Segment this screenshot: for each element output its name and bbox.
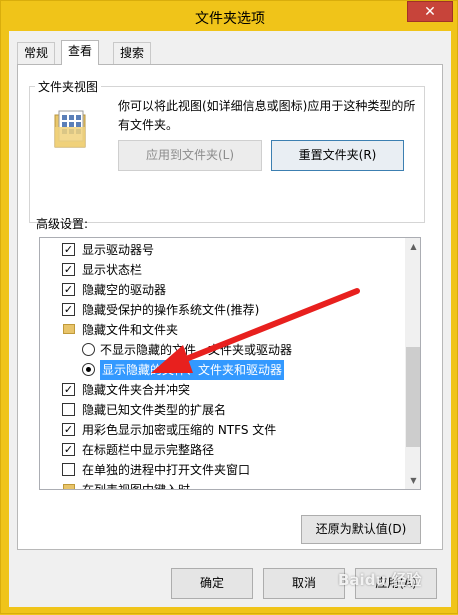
- dialog-client: 常规 查看 搜索 文件夹视图 你可以将此视图(如详细信息或图标)应用于这种类型的…: [9, 31, 451, 607]
- checkbox-checked-icon[interactable]: ✓: [62, 443, 75, 456]
- scroll-up-icon[interactable]: ▲: [405, 238, 420, 255]
- checkbox-checked-icon[interactable]: ✓: [62, 383, 75, 396]
- list-item-label: 隐藏受保护的操作系统文件(推荐): [82, 303, 260, 317]
- title-bar[interactable]: 文件夹选项 ✕: [1, 1, 458, 31]
- list-item-label: 隐藏文件和文件夹: [82, 323, 179, 337]
- list-item-label: 隐藏空的驱动器: [82, 283, 167, 297]
- radio-selected-icon[interactable]: [82, 363, 95, 376]
- folder-options-window: 文件夹选项 ✕ 常规 查看 搜索 文件夹视图 你可以将此视图(如详细信息或图标)…: [0, 0, 458, 614]
- checkbox-checked-icon[interactable]: ✓: [62, 263, 75, 276]
- list-item-label: 不显示隐藏的文件、文件夹或驱动器: [100, 343, 293, 357]
- checkbox-checked-icon[interactable]: ✓: [62, 303, 75, 316]
- vertical-scrollbar[interactable]: ▲ ▼: [405, 238, 420, 489]
- checkbox-checked-icon[interactable]: ✓: [62, 283, 75, 296]
- list-item-label: 在标题栏中显示完整路径: [82, 443, 215, 457]
- tab-general[interactable]: 常规: [17, 42, 56, 64]
- window-title: 文件夹选项: [195, 11, 265, 27]
- tab-search[interactable]: 搜索: [113, 42, 152, 64]
- list-item-label: 显示驱动器号: [82, 243, 155, 257]
- folder-view-legend: 文件夹视图: [35, 78, 102, 95]
- list-item-label: 用彩色显示加密或压缩的 NTFS 文件: [82, 423, 277, 437]
- list-item-label: 显示隐藏的文件、文件夹和驱动器: [100, 360, 285, 380]
- checkbox-checked-icon[interactable]: ✓: [62, 243, 75, 256]
- folder-icon: [63, 324, 75, 334]
- apply-to-folders-button[interactable]: 应用到文件夹(L): [118, 140, 262, 171]
- scrollbar-thumb[interactable]: [406, 347, 420, 447]
- checkbox-unchecked-icon[interactable]: [62, 463, 75, 476]
- advanced-settings-list[interactable]: ✓ 显示驱动器号 ✓ 显示状态栏 ✓ 隐藏空的驱动器 ✓ 隐藏受保护的操作系统文件(推荐) 隐藏…: [39, 237, 421, 490]
- restore-defaults-button[interactable]: 还原为默认值(D): [301, 515, 421, 544]
- ok-button[interactable]: 确定: [171, 568, 253, 599]
- checkbox-unchecked-icon[interactable]: [62, 403, 75, 416]
- list-item-label: 在列表视图中键入时: [82, 483, 191, 490]
- list-item-label: 隐藏文件夹合并冲突: [82, 383, 191, 397]
- folder-icon: [63, 484, 75, 489]
- list-item-label: 隐藏已知文件类型的扩展名: [82, 403, 227, 417]
- cancel-button[interactable]: 取消: [263, 568, 345, 599]
- list-item-label: 显示状态栏: [82, 263, 143, 277]
- tab-view[interactable]: 查看: [61, 40, 100, 65]
- advanced-settings-label: 高级设置:: [36, 217, 89, 231]
- close-button[interactable]: ✕: [407, 1, 453, 22]
- reset-folders-button[interactable]: 重置文件夹(R): [271, 140, 404, 171]
- radio-unselected-icon[interactable]: [82, 343, 95, 356]
- list-item-label: 在单独的进程中打开文件夹窗口: [82, 463, 251, 477]
- folder-view-icon: [54, 110, 86, 148]
- folder-view-description: 你可以将此视图(如详细信息或图标)应用于这种类型的所有文件夹。: [118, 99, 416, 132]
- baidu-watermark: Baidu 经验: [338, 571, 422, 589]
- scroll-down-icon[interactable]: ▼: [405, 472, 420, 489]
- checkbox-checked-icon[interactable]: ✓: [62, 423, 75, 436]
